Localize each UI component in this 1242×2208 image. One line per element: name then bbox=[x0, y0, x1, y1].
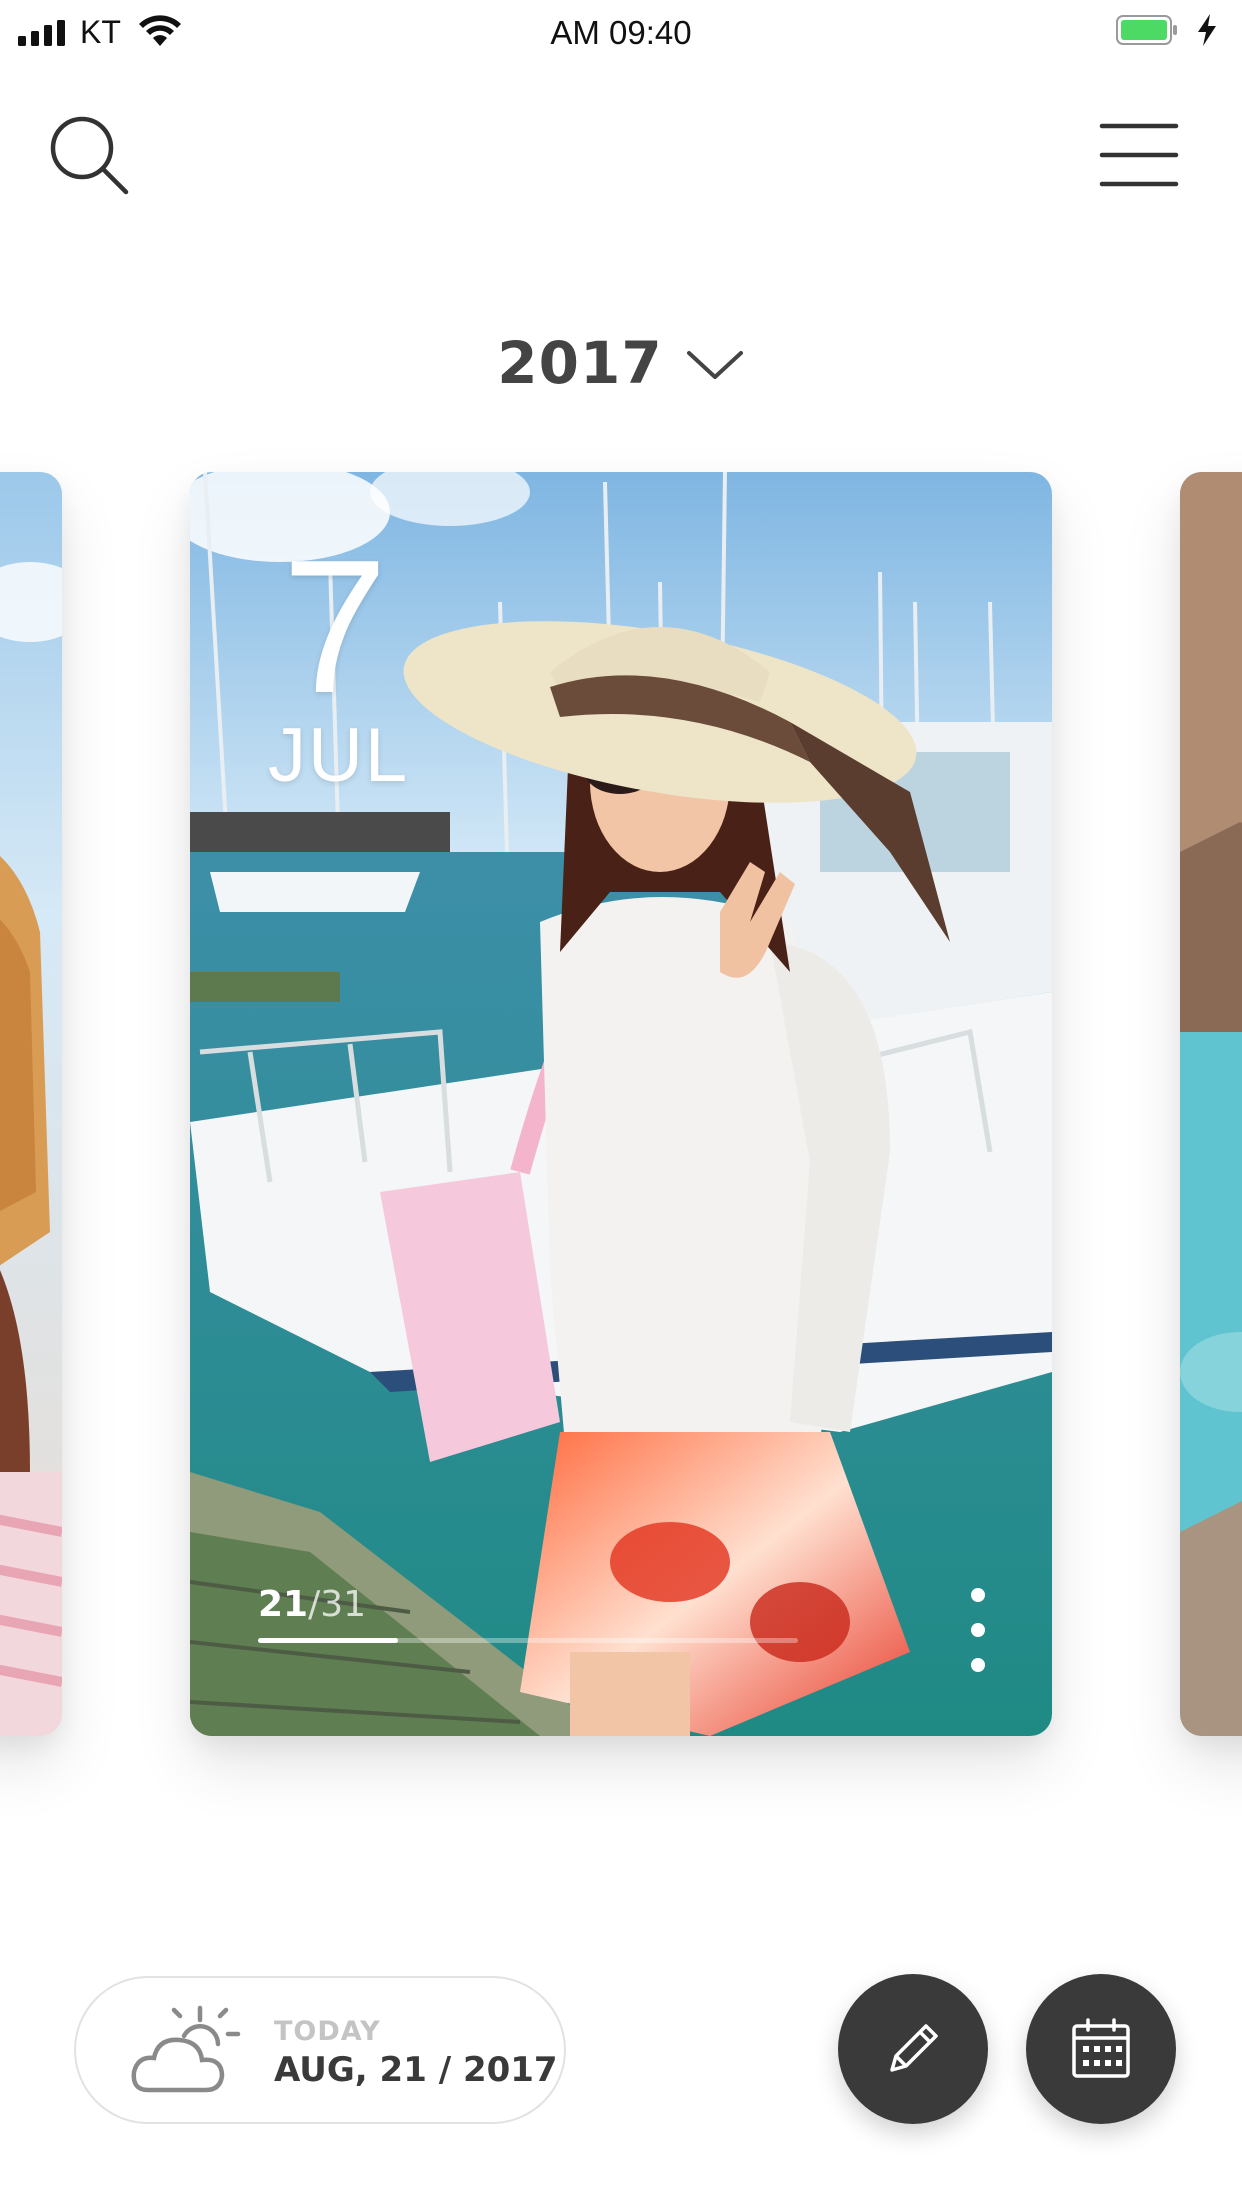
charging-icon bbox=[1198, 14, 1216, 46]
year-label: 2017 bbox=[497, 329, 663, 397]
more-options-button[interactable] bbox=[960, 1582, 996, 1678]
previous-card-photo bbox=[0, 472, 62, 1736]
more-vertical-icon-dot bbox=[971, 1658, 985, 1672]
menu-button[interactable] bbox=[1096, 118, 1182, 192]
today-label: TODAY bbox=[274, 2016, 381, 2047]
counter-separator: / bbox=[308, 1584, 321, 1625]
search-icon bbox=[50, 116, 129, 195]
counter-total: 31 bbox=[320, 1584, 367, 1625]
card-month: JUL bbox=[268, 713, 410, 798]
year-selector[interactable]: 2017 bbox=[0, 318, 1242, 408]
hamburger-menu-icon bbox=[1099, 123, 1179, 187]
partly-cloudy-icon bbox=[131, 2005, 241, 2093]
counter-current: 21 bbox=[258, 1584, 309, 1625]
photo-counter: 21/31 bbox=[258, 1584, 366, 1625]
chevron-down-icon bbox=[686, 351, 743, 379]
more-vertical-icon-dot bbox=[971, 1623, 985, 1637]
battery-icon bbox=[1116, 15, 1177, 45]
calendar-button[interactable] bbox=[1026, 1974, 1176, 2124]
next-photo-card[interactable] bbox=[1180, 472, 1242, 1736]
write-entry-button[interactable] bbox=[838, 1974, 988, 2124]
next-card-photo bbox=[1180, 472, 1242, 1736]
calendar-icon bbox=[1072, 2018, 1130, 2078]
card-day: 7 bbox=[282, 521, 388, 733]
status-bar: KT AM 09:40 bbox=[0, 0, 1242, 64]
search-button[interactable] bbox=[44, 110, 136, 202]
photo-progress-bar bbox=[258, 1638, 798, 1643]
photo-progress-fill bbox=[258, 1638, 399, 1643]
more-vertical-icon-dot bbox=[971, 1588, 985, 1602]
photo-card[interactable]: 7 JUL 21/31 bbox=[190, 472, 1052, 1736]
previous-photo-card[interactable] bbox=[0, 472, 62, 1736]
pencil-icon bbox=[890, 2024, 938, 2072]
today-widget[interactable]: TODAY AUG, 21 / 2017 bbox=[74, 1976, 566, 2124]
status-time: AM 09:40 bbox=[550, 14, 692, 51]
today-date: AUG, 21 / 2017 bbox=[274, 2050, 558, 2090]
